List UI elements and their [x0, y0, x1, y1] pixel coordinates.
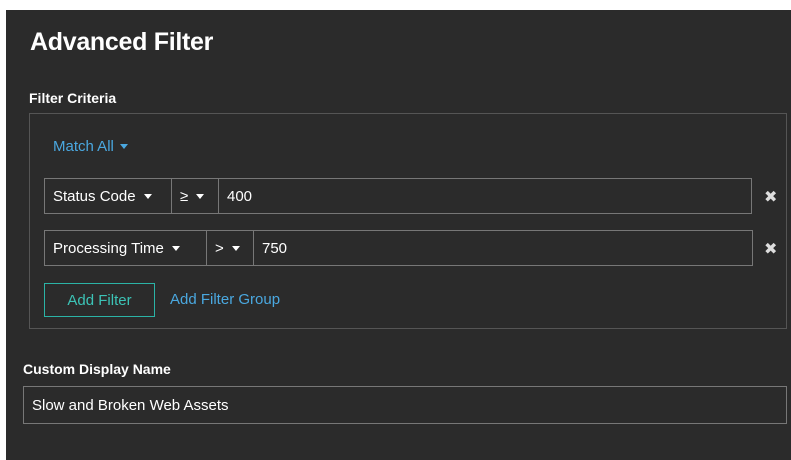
- caret-down-icon: [231, 245, 240, 251]
- add-filter-group-link[interactable]: Add Filter Group: [170, 291, 280, 308]
- field-select[interactable]: Processing Time: [44, 230, 207, 266]
- field-select[interactable]: Status Code: [44, 178, 172, 214]
- operator-select[interactable]: ≥: [171, 178, 219, 214]
- add-filter-button[interactable]: Add Filter: [44, 283, 155, 317]
- field-select-value: Processing Time: [53, 239, 164, 257]
- match-mode-dropdown[interactable]: Match All: [53, 138, 128, 155]
- caret-down-icon: [196, 193, 205, 199]
- field-select-value: Status Code: [53, 187, 136, 205]
- custom-display-name-value: Slow and Broken Web Assets: [32, 396, 229, 414]
- custom-display-name-input[interactable]: Slow and Broken Web Assets: [23, 386, 787, 424]
- filter-row: Processing Time > 750: [44, 230, 753, 266]
- dialog-title: Advanced Filter: [30, 28, 214, 56]
- filter-value-text: 750: [262, 239, 288, 257]
- filter-value-input[interactable]: 400: [218, 178, 752, 214]
- custom-display-name-label: Custom Display Name: [23, 361, 171, 377]
- filter-value-input[interactable]: 750: [253, 230, 753, 266]
- filter-value-text: 400: [227, 187, 253, 205]
- operator-select-value: >: [215, 239, 224, 257]
- operator-select[interactable]: >: [206, 230, 254, 266]
- filter-criteria-box: Match All Status Code ≥ 400 ✖ Processing…: [29, 113, 787, 329]
- caret-down-icon: [119, 144, 128, 149]
- caret-down-icon: [171, 245, 180, 251]
- match-mode-label: Match All: [53, 138, 114, 155]
- close-icon[interactable]: ✖: [764, 187, 777, 207]
- filter-criteria-label: Filter Criteria: [29, 90, 117, 106]
- operator-select-value: ≥: [180, 187, 189, 205]
- close-icon[interactable]: ✖: [764, 239, 777, 259]
- filter-row: Status Code ≥ 400: [44, 178, 752, 214]
- advanced-filter-panel: Advanced Filter Filter Criteria Match Al…: [6, 10, 791, 460]
- caret-down-icon: [143, 193, 152, 199]
